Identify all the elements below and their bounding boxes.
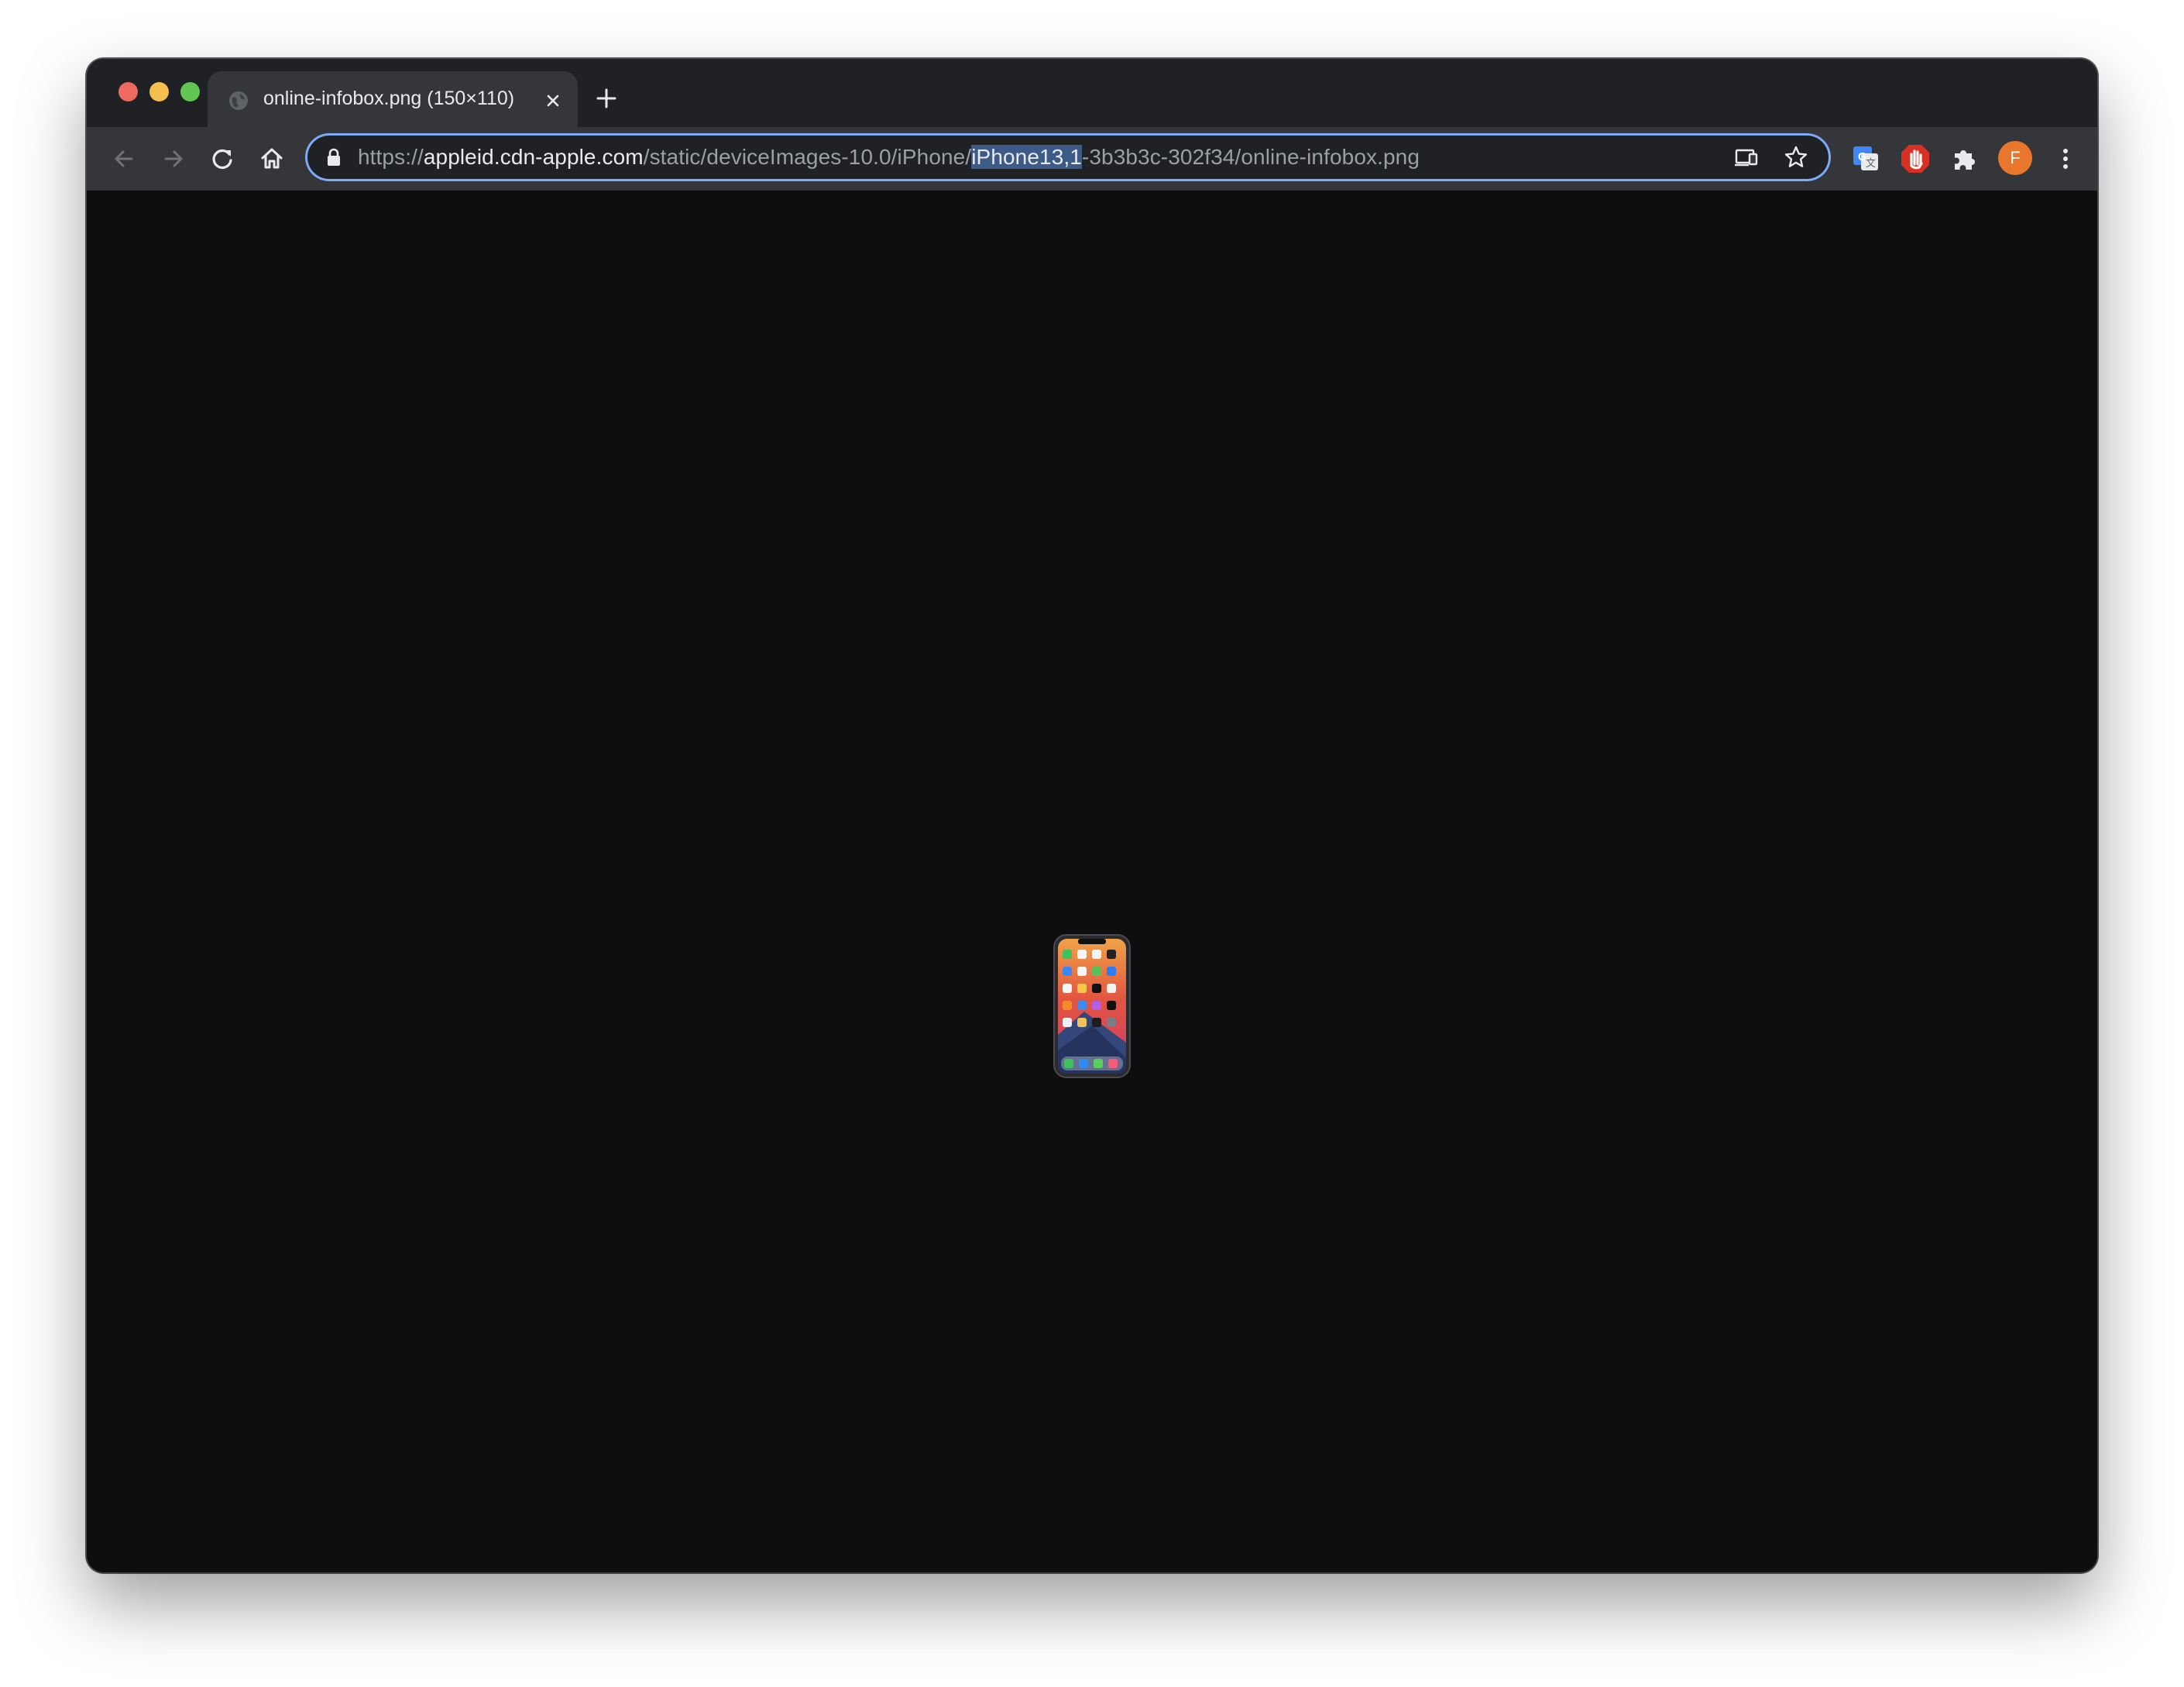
maximize-window-button[interactable] <box>180 82 200 101</box>
page-content <box>87 191 2097 1572</box>
stop-hand-icon[interactable] <box>1899 143 1932 175</box>
url-path: /static/deviceImages-10.0/iPhone/ <box>643 145 972 169</box>
profile-avatar[interactable]: F <box>1998 141 2032 175</box>
close-window-button[interactable] <box>118 82 138 101</box>
iphone-device-image <box>1053 934 1131 1078</box>
url-scheme: https:// <box>358 145 424 169</box>
svg-text:文: 文 <box>1866 158 1876 170</box>
vertical-dots-icon[interactable] <box>2049 143 2082 175</box>
tab-active[interactable]: online-infobox.png (150×110) <box>208 71 578 127</box>
toolbar: https://appleid.cdn-apple.com/static/dev… <box>87 127 2097 191</box>
extensions-puzzle-icon[interactable] <box>1949 143 1981 175</box>
reload-icon[interactable] <box>207 143 238 174</box>
url-host: appleid.cdn-apple.com <box>423 145 644 169</box>
globe-icon <box>229 91 248 110</box>
close-icon[interactable] <box>542 90 564 112</box>
lock-icon[interactable] <box>325 148 342 167</box>
browser-window: online-infobox.png (150×110) https://app… <box>87 59 2097 1572</box>
minimize-window-button[interactable] <box>149 82 169 101</box>
google-translate-icon[interactable]: G 文 <box>1849 143 1882 175</box>
url-selection: iPhone13,1 <box>971 145 1082 169</box>
cast-icon[interactable] <box>1733 144 1760 170</box>
plus-icon[interactable] <box>593 85 620 112</box>
tab-title: online-infobox.png (150×110) <box>263 88 515 109</box>
home-icon[interactable] <box>256 143 287 174</box>
arrow-right-icon[interactable] <box>158 143 189 174</box>
arrow-left-icon[interactable] <box>108 143 139 174</box>
address-bar[interactable]: https://appleid.cdn-apple.com/static/dev… <box>305 133 1831 181</box>
url-path-rest: -3b3b3c-302f34/online-infobox.png <box>1081 145 1420 169</box>
tab-strip: online-infobox.png (150×110) <box>87 59 2097 127</box>
url-text[interactable]: https://appleid.cdn-apple.com/static/dev… <box>358 145 1420 170</box>
star-icon[interactable] <box>1783 144 1809 170</box>
